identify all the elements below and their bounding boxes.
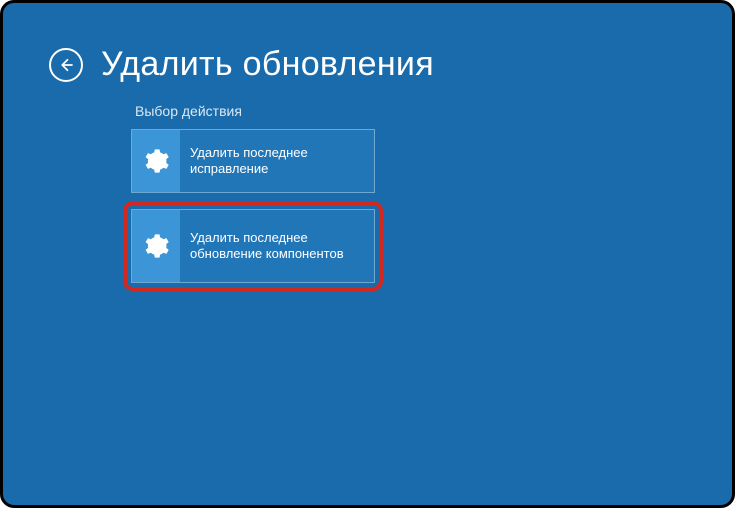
tile-label: Удалить последнее обновление компонентов: [180, 210, 374, 282]
options-list: Удалить последнее исправление Удалить по…: [131, 129, 383, 291]
winre-screen: Удалить обновления Выбор действия Удалит…: [0, 0, 735, 508]
back-arrow-icon: [57, 56, 75, 74]
highlight-annotation: Удалить последнее обновление компонентов: [123, 201, 383, 291]
gear-icon: [142, 232, 170, 260]
back-button[interactable]: [49, 48, 83, 82]
subtitle: Выбор действия: [135, 103, 242, 119]
gear-icon: [142, 147, 170, 175]
header: Удалить обновления: [49, 45, 434, 84]
tile-icon-wrap: [132, 130, 180, 192]
uninstall-feature-update-tile[interactable]: Удалить последнее обновление компонентов: [131, 209, 375, 283]
tile-icon-wrap: [132, 210, 180, 282]
uninstall-quality-update-tile[interactable]: Удалить последнее исправление: [131, 129, 375, 193]
page-title: Удалить обновления: [101, 45, 434, 84]
tile-label: Удалить последнее исправление: [180, 130, 374, 192]
